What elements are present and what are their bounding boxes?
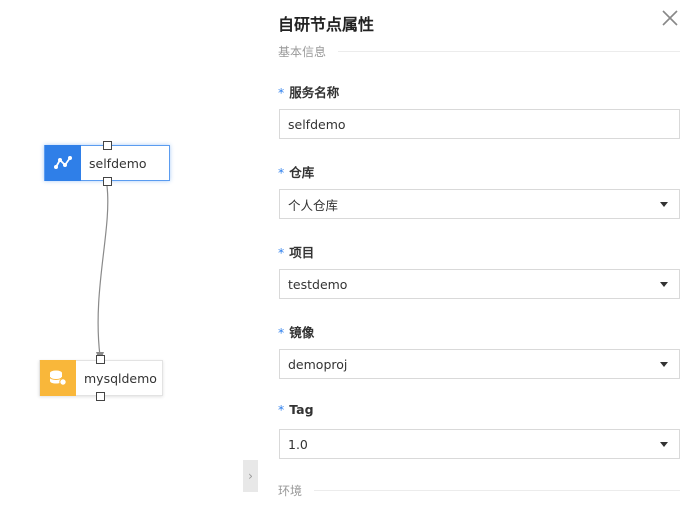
- service-name-label: * 服务名称: [278, 85, 340, 100]
- close-icon[interactable]: [660, 8, 680, 28]
- project-select[interactable]: testdemo: [279, 269, 680, 299]
- project-label: * 项目: [278, 245, 315, 260]
- node-mysqldemo[interactable]: mysqldemo: [39, 360, 163, 396]
- node-label: mysqldemo: [84, 370, 157, 386]
- caret-down-icon: [660, 282, 668, 287]
- repository-select[interactable]: 个人仓库: [279, 189, 680, 219]
- caret-down-icon: [660, 362, 668, 367]
- node-output-port[interactable]: [96, 392, 105, 401]
- flow-canvas[interactable]: selfdemo mysqldemo ›: [0, 0, 258, 507]
- connector-line: [96, 185, 109, 362]
- graph-icon: [45, 145, 81, 181]
- caret-down-icon: [660, 442, 668, 447]
- repository-value: 个人仓库: [288, 197, 339, 213]
- node-input-port[interactable]: [103, 141, 112, 150]
- tag-value: 1.0: [288, 436, 308, 452]
- image-select[interactable]: demoproj: [279, 349, 680, 379]
- node-label: selfdemo: [89, 155, 147, 171]
- required-mark: *: [278, 402, 285, 417]
- section-divider: [314, 490, 680, 491]
- service-name-input[interactable]: [288, 116, 679, 132]
- section-divider: [338, 51, 680, 52]
- image-label: * 镜像: [278, 325, 315, 340]
- image-value: demoproj: [288, 356, 348, 372]
- caret-down-icon: [660, 202, 668, 207]
- required-mark: *: [278, 85, 285, 100]
- database-icon: [40, 360, 76, 396]
- service-name-field[interactable]: [279, 109, 680, 139]
- tag-label: * Tag: [278, 402, 314, 417]
- node-selfdemo[interactable]: selfdemo: [44, 145, 170, 181]
- project-value: testdemo: [288, 276, 348, 292]
- required-mark: *: [278, 325, 285, 340]
- collapse-panel-button[interactable]: ›: [243, 460, 258, 492]
- chevron-right-icon: ›: [248, 469, 253, 483]
- required-mark: *: [278, 165, 285, 180]
- properties-panel: 自研节点属性 基本信息 *服务名称 *仓库 个人仓库 *项目 testdemo …: [258, 0, 696, 507]
- node-output-port[interactable]: [103, 177, 112, 186]
- tag-select[interactable]: 1.0: [279, 429, 680, 459]
- repository-label: * 仓库: [278, 165, 315, 180]
- node-input-port[interactable]: [96, 355, 105, 364]
- section-environment: 环境: [278, 484, 303, 498]
- required-mark: *: [278, 245, 285, 260]
- panel-title: 自研节点属性: [278, 15, 375, 34]
- section-basic-info: 基本信息: [278, 45, 327, 59]
